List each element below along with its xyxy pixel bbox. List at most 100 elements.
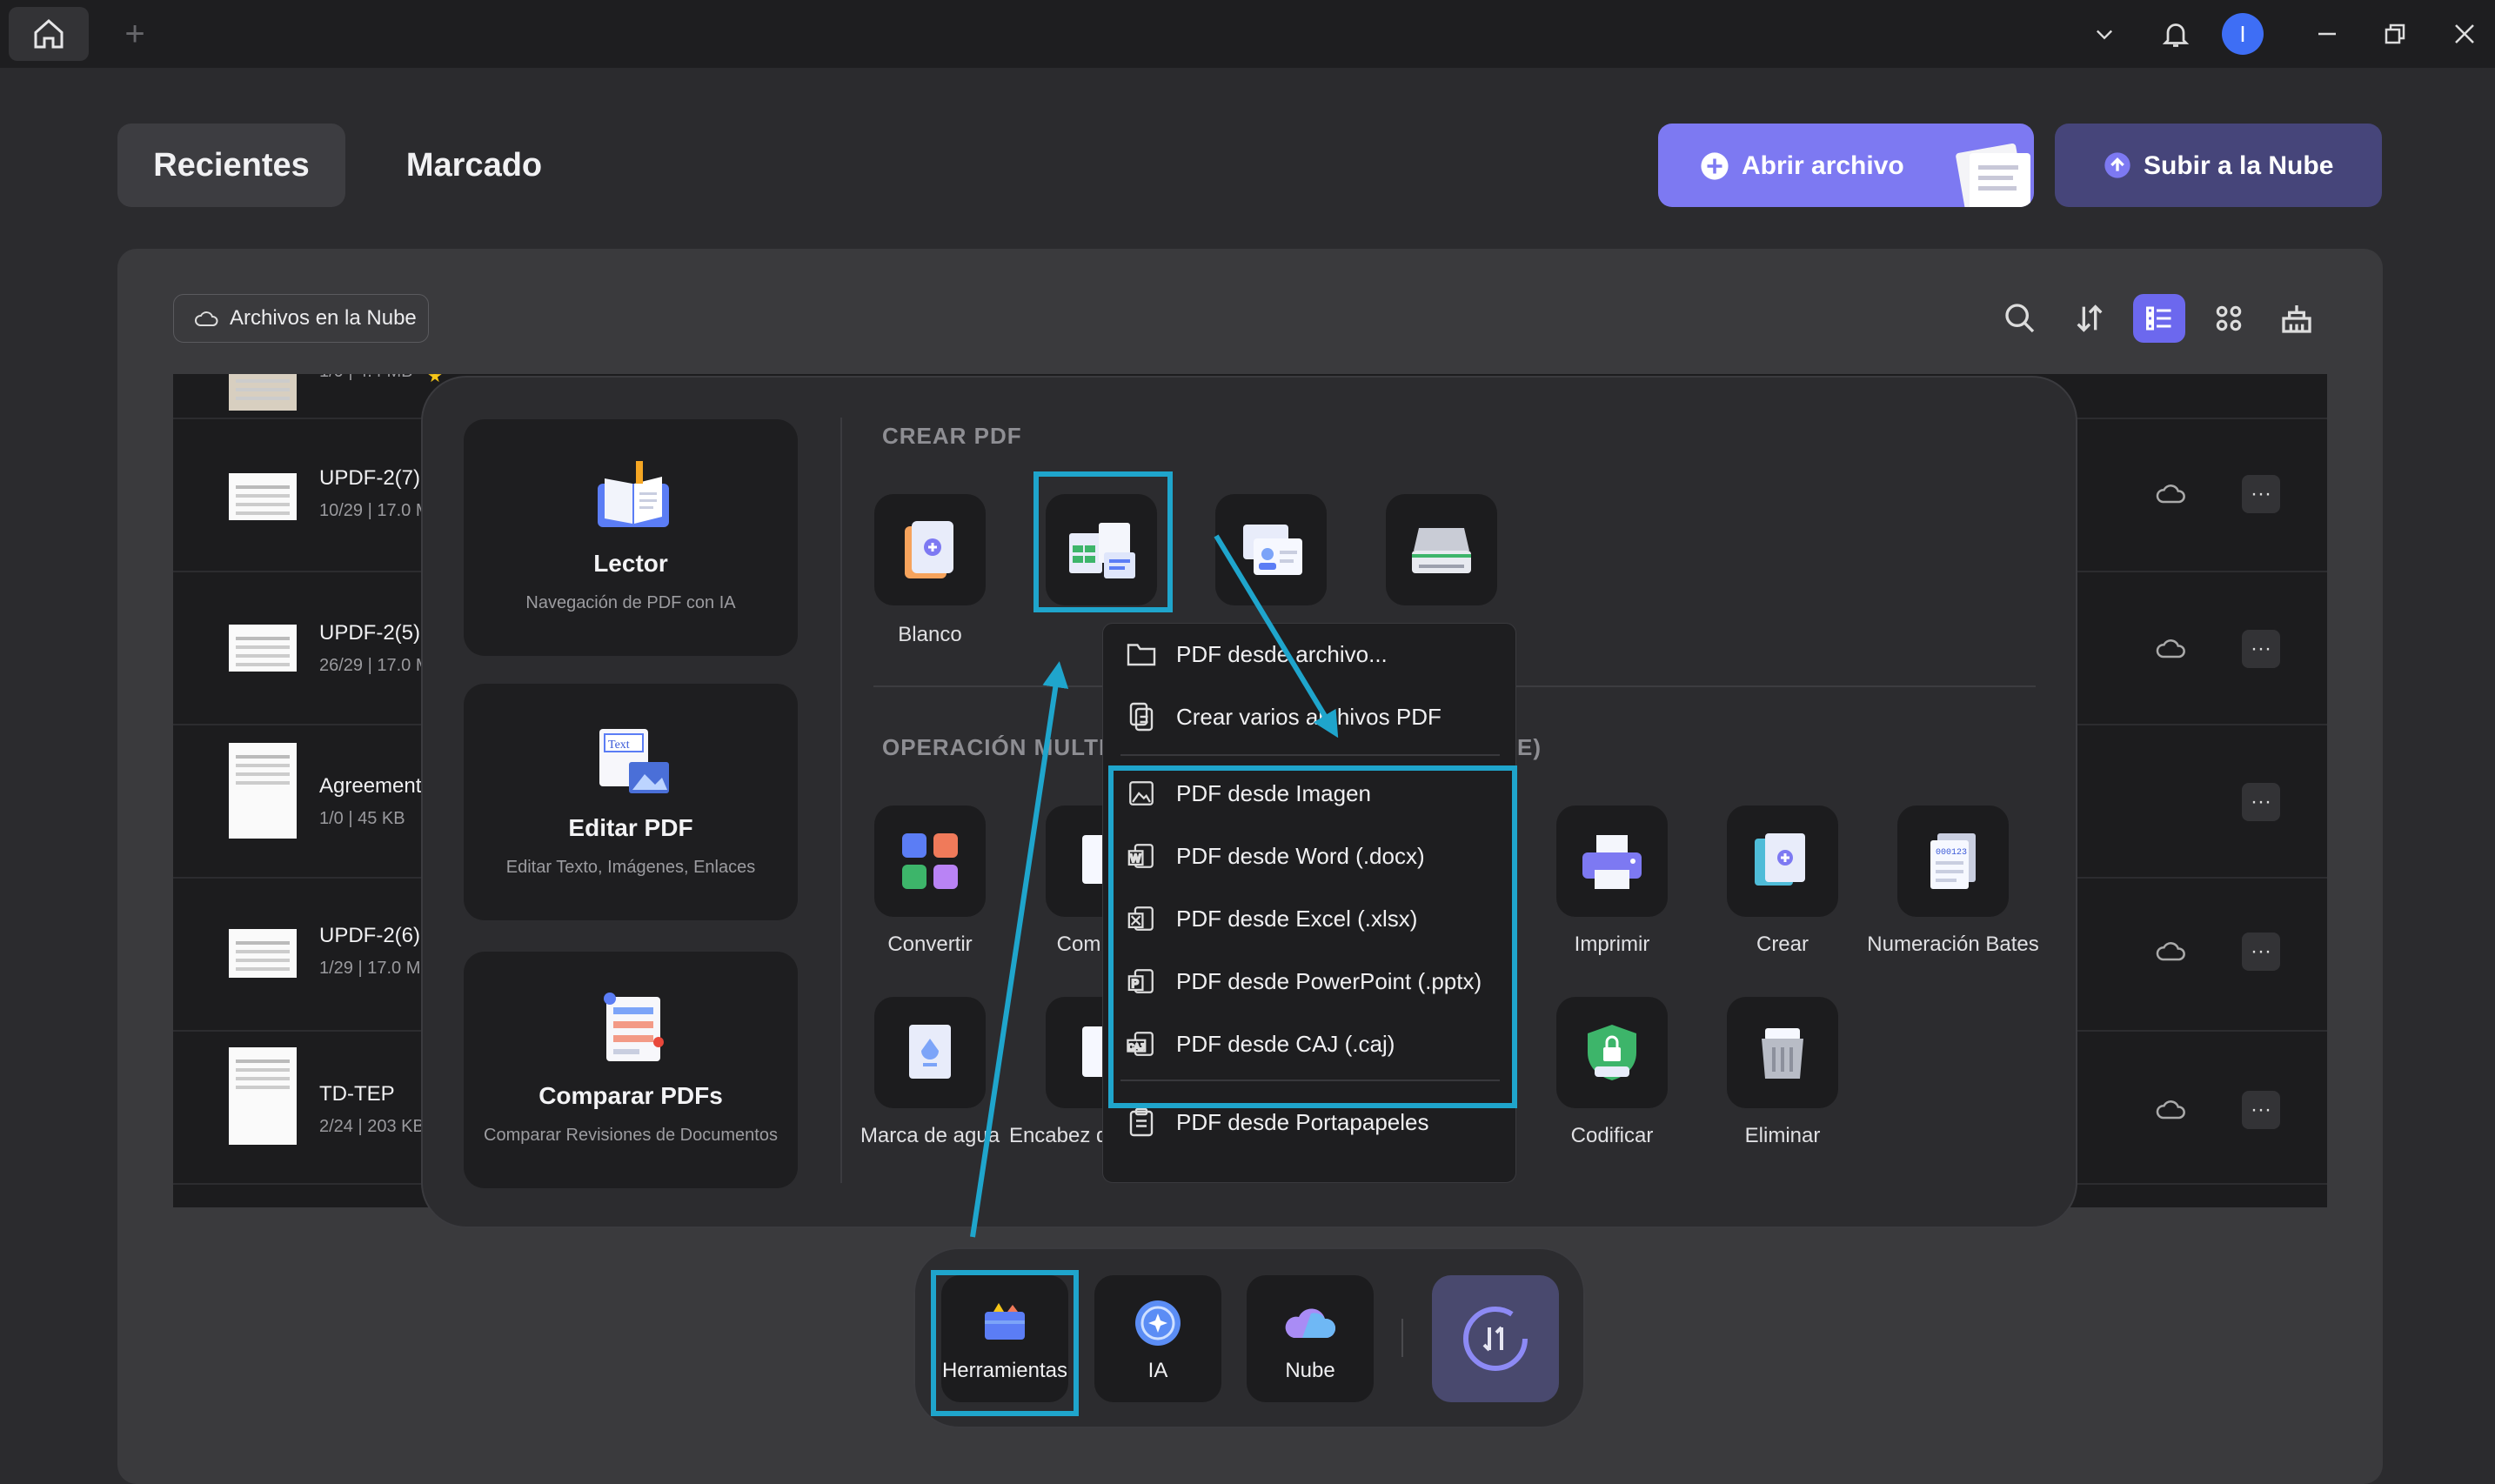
reader-card[interactable]: Lector Navegación de PDF con IA [464, 419, 798, 656]
watermark-icon [909, 1025, 951, 1079]
bates-label: Numeración Bates [1867, 933, 2039, 956]
upload-cloud-button[interactable]: Subir a la Nube [2055, 124, 2382, 207]
folder-icon [1124, 637, 1159, 672]
divider [840, 418, 842, 1183]
minimize-icon[interactable] [2305, 12, 2349, 56]
file-name: UPDF-2(5) [319, 621, 421, 645]
delete-tile[interactable] [1727, 997, 1838, 1108]
file-thumbnail [229, 1047, 297, 1145]
file-meta: 2/24 | 203 KB [319, 1117, 425, 1136]
file-thumbnail [229, 473, 297, 520]
cloud-button[interactable]: Nube [1247, 1275, 1374, 1402]
more-icon[interactable]: ··· [2242, 1091, 2280, 1129]
sync-button[interactable] [1432, 1275, 1559, 1402]
more-icon[interactable]: ··· [2242, 630, 2280, 668]
close-icon[interactable] [2443, 12, 2486, 56]
scanner-tile[interactable] [1386, 494, 1497, 605]
file-name: TD-TEP [319, 1082, 395, 1106]
section-batch-title-tail: E) [1517, 734, 1542, 760]
more-icon[interactable]: ··· [2242, 933, 2280, 971]
printer-icon [1582, 835, 1642, 889]
bell-icon[interactable] [2154, 12, 2197, 56]
menu-divider [1120, 754, 1500, 756]
upload-cloud-label: Subir a la Nube [2144, 151, 2334, 180]
file-thumbnail [229, 374, 297, 411]
ai-label: IA [1147, 1359, 1168, 1382]
delete-label: Eliminar [1744, 1124, 1821, 1147]
print-tile[interactable] [1556, 806, 1668, 917]
create-label: Crear [1756, 933, 1809, 956]
chevron-down-icon[interactable] [2083, 12, 2126, 56]
ai-button[interactable]: IA [1094, 1275, 1221, 1402]
clean-icon[interactable] [2271, 294, 2323, 343]
open-file-button[interactable]: Abrir archivo [1658, 124, 2034, 207]
section-batch-title: OPERACIÓN MULTI [882, 734, 1107, 760]
home-icon [34, 18, 64, 49]
search-icon[interactable] [1994, 294, 2046, 343]
encrypt-tile[interactable] [1556, 997, 1668, 1108]
plus-circle-icon [1701, 152, 1729, 180]
convert-tile[interactable] [874, 806, 986, 917]
list-view-icon[interactable] [2133, 294, 2185, 343]
cloud-icon[interactable] [2153, 938, 2188, 964]
cloud-icon [1285, 1308, 1336, 1338]
cloud-icon[interactable] [2153, 635, 2188, 661]
dock-divider [1401, 1319, 1403, 1357]
grid-view-icon[interactable] [2203, 294, 2255, 343]
edit-pdf-card[interactable]: Text Editar PDF Editar Texto, Imágenes, … [464, 684, 798, 920]
trash-icon [1762, 1028, 1803, 1079]
more-icon[interactable]: ··· [2242, 475, 2280, 513]
more-icon[interactable]: ··· [2242, 783, 2280, 821]
clipboard-icon [1124, 1105, 1159, 1140]
file-meta: 1/29 | 17.0 MI [319, 959, 425, 978]
file-name: Agreement [319, 774, 422, 798]
file-meta: 26/29 | 17.0 M [319, 656, 431, 675]
create-tile[interactable] [1727, 806, 1838, 917]
documents-illustration-icon [1956, 143, 2030, 207]
menu-item-label: PDF desde archivo... [1176, 640, 1388, 667]
cloud-icon[interactable] [2153, 1096, 2188, 1122]
watermark-label: Marca de agua [860, 1124, 1000, 1147]
print-label: Imprimir [1574, 933, 1650, 956]
avatar[interactable]: I [2222, 13, 2264, 55]
encrypt-label: Codificar [1570, 1124, 1654, 1147]
cloud-icon [195, 311, 218, 326]
menu-item-batch-create[interactable]: Crear varios archivos PDF [1103, 688, 1517, 745]
blank-tile[interactable] [874, 494, 986, 605]
file-thumbnail [229, 625, 297, 672]
file-name: UPDF-2(6) [319, 924, 421, 947]
card-title: Comparar PDFs [538, 1082, 723, 1109]
compare-icon [604, 993, 664, 1061]
file-thumbnail [229, 929, 297, 978]
book-icon [598, 461, 669, 527]
create-icon [1755, 833, 1805, 886]
card-subtitle: Editar Texto, Imágenes, Enlaces [505, 858, 756, 877]
highlight-dropdown-group [1108, 765, 1517, 1108]
restore-icon[interactable] [2373, 12, 2417, 56]
scan-id-tile[interactable] [1215, 494, 1327, 605]
files-icon [1124, 699, 1159, 734]
compare-pdfs-card[interactable]: Comparar PDFs Comparar Revisiones de Doc… [464, 952, 798, 1188]
card-subtitle: Comparar Revisiones de Documentos [484, 1126, 778, 1145]
tab-marked[interactable]: Marcado [374, 124, 574, 207]
file-meta: 1/0 | 4.4 MB [319, 374, 412, 382]
svg-text:Text: Text [608, 739, 630, 752]
highlight-tools-button [931, 1270, 1079, 1416]
new-tab-button[interactable]: + [113, 12, 157, 56]
menu-item-from-file[interactable]: PDF desde archivo... [1103, 625, 1517, 683]
cloud-icon[interactable] [2153, 480, 2188, 506]
cloud-files-chip[interactable]: Archivos en la Nube [173, 294, 429, 343]
menu-item-label: Crear varios archivos PDF [1176, 703, 1441, 730]
tab-recent[interactable]: Recientes [117, 124, 345, 207]
convert-icon [902, 833, 958, 889]
scanner-icon [1412, 528, 1471, 573]
ai-icon [1135, 1300, 1181, 1346]
home-tab[interactable] [9, 7, 89, 61]
sync-icon [1463, 1307, 1528, 1371]
highlight-other-tile [1033, 471, 1173, 612]
blank-pdf-icon [905, 521, 953, 578]
watermark-tile[interactable] [874, 997, 986, 1108]
bates-tile[interactable]: 000123 [1897, 806, 2009, 917]
sort-icon[interactable] [2064, 294, 2116, 343]
svg-text:000123: 000123 [1936, 848, 1967, 858]
